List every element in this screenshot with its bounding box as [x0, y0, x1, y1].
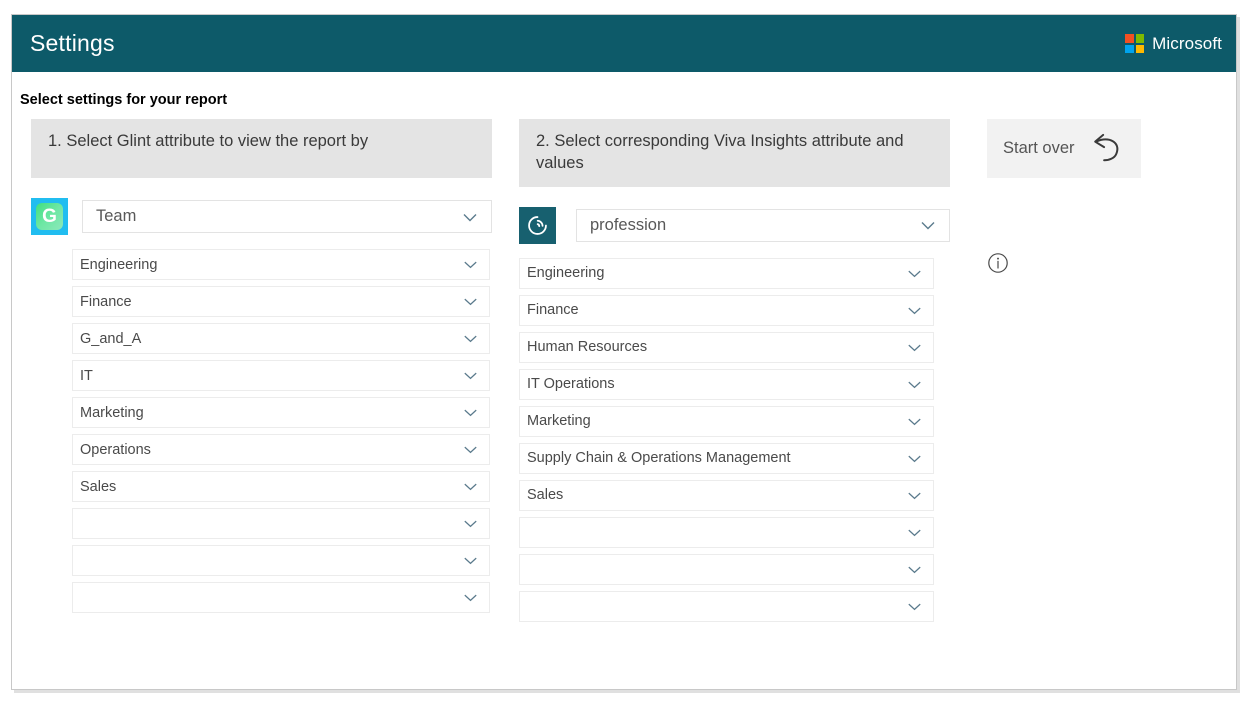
list-item[interactable]: Finance — [519, 294, 934, 326]
list-item[interactable] — [72, 582, 490, 613]
chevron-down-icon — [921, 222, 935, 230]
viva-attribute-row: profession — [519, 206, 950, 244]
viva-value-text: Marketing — [527, 413, 591, 430]
chevron-down-icon — [464, 483, 477, 491]
chevron-down-icon — [464, 446, 477, 454]
list-item[interactable] — [72, 545, 490, 576]
chevron-down-icon — [908, 344, 921, 351]
viva-column: 2. Select corresponding Viva Insights at… — [519, 119, 950, 628]
chevron-down-icon — [463, 213, 477, 221]
glint-value-text: G_and_A — [80, 330, 142, 347]
glint-value-list: Engineering Finance G_and_A IT Marketing… — [72, 249, 490, 613]
undo-arrow-icon — [1094, 133, 1119, 161]
section-title: Select settings for your report — [20, 92, 228, 108]
viva-value-text: IT Operations — [527, 376, 615, 393]
viva-value-text: Engineering — [527, 265, 605, 282]
viva-attribute-value: profession — [590, 215, 667, 234]
microsoft-logo-icon — [1125, 34, 1145, 53]
chevron-down-icon — [908, 418, 921, 425]
glint-column: 1. Select Glint attribute to view the re… — [31, 119, 492, 619]
chevron-down-icon — [464, 261, 477, 269]
list-item[interactable]: Engineering — [519, 257, 934, 289]
settings-content: Select settings for your report 1. Selec… — [12, 72, 1236, 689]
list-item[interactable]: Supply Chain & Operations Management — [519, 442, 934, 474]
viva-column-header: 2. Select corresponding Viva Insights at… — [519, 119, 950, 187]
start-over-label: Start over — [1003, 139, 1075, 157]
glint-attribute-select[interactable]: Team — [82, 200, 492, 233]
list-item[interactable] — [519, 590, 934, 622]
glint-value-text: Engineering — [80, 256, 158, 273]
viva-spiral-glyph — [528, 215, 547, 235]
glint-column-header: 1. Select Glint attribute to view the re… — [31, 119, 492, 178]
settings-window: Settings Microsoft Select settings for y… — [11, 14, 1237, 690]
glint-logo-letter: G — [42, 206, 57, 227]
info-circle-icon — [988, 253, 1008, 273]
list-item[interactable]: IT — [72, 360, 490, 391]
microsoft-wordmark: Microsoft — [1152, 33, 1222, 53]
viva-value-text: Supply Chain & Operations Management — [527, 450, 791, 467]
chevron-down-icon — [464, 298, 477, 306]
chevron-down-icon — [464, 335, 477, 343]
info-tooltip-trigger[interactable] — [987, 252, 1009, 274]
list-item[interactable] — [72, 508, 490, 539]
list-item[interactable]: Operations — [72, 434, 490, 465]
list-item[interactable]: Engineering — [72, 249, 490, 280]
chevron-down-icon — [908, 492, 921, 499]
list-item[interactable]: Finance — [72, 286, 490, 317]
settings-page: Settings Microsoft Select settings for y… — [0, 0, 1251, 712]
glint-logo-icon: G — [31, 198, 68, 235]
chevron-down-icon — [908, 566, 921, 573]
list-item[interactable] — [519, 516, 934, 548]
chevron-down-icon — [464, 372, 477, 380]
chevron-down-icon — [908, 455, 921, 462]
glint-attribute-value: Team — [96, 207, 137, 225]
glint-value-text: IT — [80, 367, 93, 384]
viva-value-text: Human Resources — [527, 339, 648, 356]
list-item[interactable]: Human Resources — [519, 331, 934, 363]
chevron-down-icon — [908, 603, 921, 610]
chevron-down-icon — [908, 529, 921, 536]
glint-value-text: Sales — [80, 478, 117, 495]
glint-value-text: Marketing — [80, 404, 144, 421]
viva-insights-logo-icon — [519, 206, 556, 244]
viva-value-text: Finance — [527, 302, 579, 319]
list-item[interactable]: G_and_A — [72, 323, 490, 354]
list-item[interactable] — [519, 553, 934, 585]
chevron-down-icon — [908, 307, 921, 314]
viva-attribute-select[interactable]: profession — [576, 208, 950, 242]
list-item[interactable]: Marketing — [72, 397, 490, 428]
chevron-down-icon — [464, 520, 477, 528]
chevron-down-icon — [908, 270, 921, 277]
chevron-down-icon — [908, 381, 921, 388]
glint-value-text: Operations — [80, 441, 151, 458]
viva-value-list: Engineering Finance Human Resources IT O… — [519, 257, 934, 622]
title-bar: Settings Microsoft — [12, 15, 1236, 72]
page-title: Settings — [30, 30, 115, 56]
glint-value-text: Finance — [80, 293, 132, 310]
glint-logo-inner: G — [36, 203, 63, 230]
actions-column: Start over — [987, 119, 1141, 178]
viva-value-text: Sales — [527, 487, 564, 504]
list-item[interactable]: IT Operations — [519, 368, 934, 400]
list-item[interactable]: Sales — [519, 479, 934, 511]
start-over-button[interactable]: Start over — [987, 119, 1141, 178]
chevron-down-icon — [464, 594, 477, 602]
microsoft-brand: Microsoft — [1125, 34, 1222, 54]
list-item[interactable]: Sales — [72, 471, 490, 502]
chevron-down-icon — [464, 557, 477, 565]
chevron-down-icon — [464, 409, 477, 417]
list-item[interactable]: Marketing — [519, 405, 934, 437]
glint-attribute-row: G Team — [31, 198, 492, 235]
